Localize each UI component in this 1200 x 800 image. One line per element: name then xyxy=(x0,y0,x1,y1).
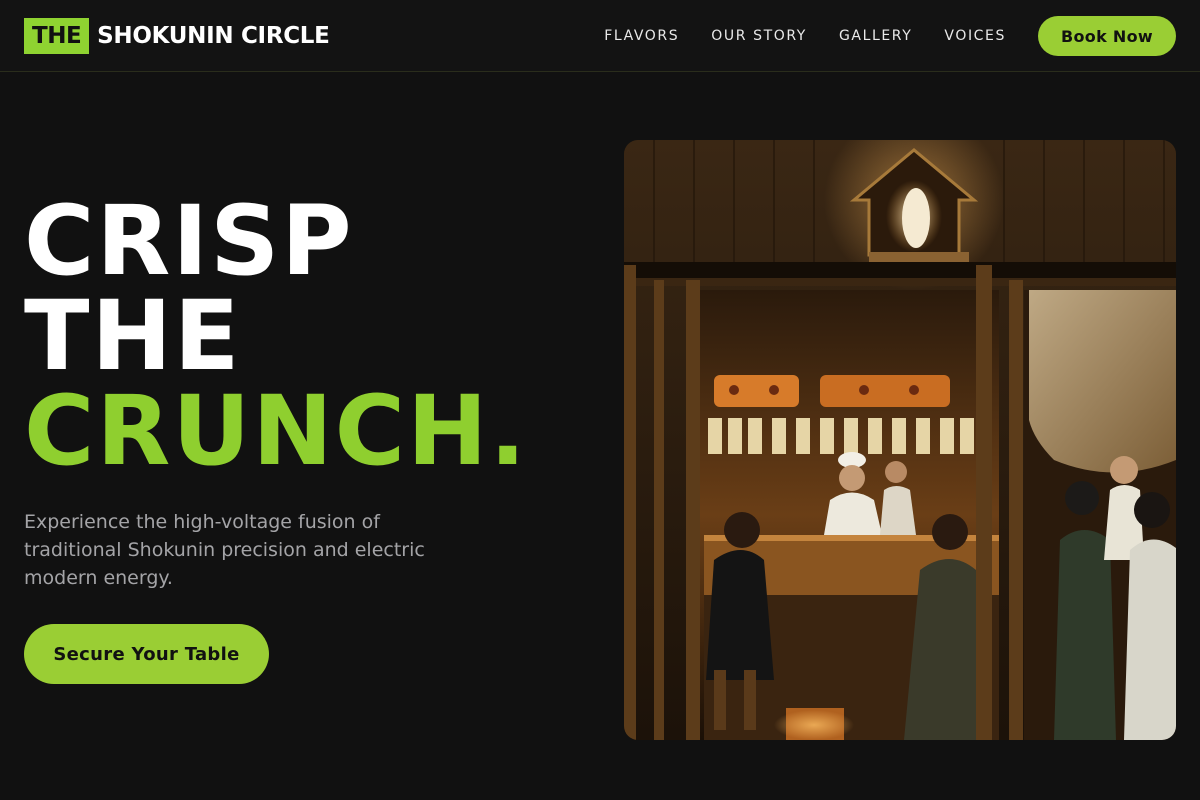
nav-links: FLAVORS OUR STORY GALLERY VOICES xyxy=(604,27,1006,45)
top-navbar: THE SHOKUNIN CIRCLE FLAVORS OUR STORY GA… xyxy=(0,0,1200,72)
secure-table-button[interactable]: Secure Your Table xyxy=(24,624,269,684)
hero-title-line-3: CRUNCH. xyxy=(24,375,528,487)
nav-link-gallery[interactable]: GALLERY xyxy=(839,27,912,45)
hero-image xyxy=(624,140,1176,740)
logo-mark: THE xyxy=(24,18,90,54)
book-now-button[interactable]: Book Now xyxy=(1038,16,1176,56)
hero-title-line-2: THE xyxy=(24,280,242,392)
hero-subtitle: Experience the high-voltage fusion of tr… xyxy=(24,511,425,589)
hero-title-line-1: CRISP xyxy=(24,185,354,297)
nav-link-voices[interactable]: VOICES xyxy=(944,27,1006,45)
logo-text: SHOKUNIN CIRCLE xyxy=(97,23,330,49)
nav-link-our-story[interactable]: OUR STORY xyxy=(711,27,807,45)
hero-title: CRISP THE CRUNCH. xyxy=(24,185,584,487)
brand-logo[interactable]: THE SHOKUNIN CIRCLE xyxy=(24,18,330,54)
nav-link-flavors[interactable]: FLAVORS xyxy=(604,27,679,45)
